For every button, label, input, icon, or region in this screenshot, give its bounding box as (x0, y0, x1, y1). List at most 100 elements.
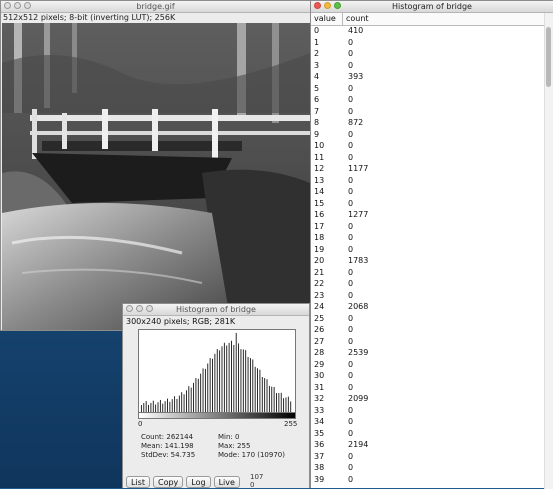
table-row[interactable]: 11 0 (311, 152, 545, 164)
histogram-bar (233, 345, 235, 413)
value-cell: 38 (314, 463, 325, 472)
table-row[interactable]: 16 1277 (311, 209, 545, 221)
log-button[interactable]: Log (186, 476, 211, 488)
histogram-window-titlebar[interactable]: Histogram of bridge (123, 304, 309, 316)
table-row[interactable]: 13 0 (311, 175, 545, 187)
copy-button[interactable]: Copy (152, 476, 184, 488)
table-row[interactable]: 23 0 (311, 290, 545, 302)
table-row[interactable]: 26 0 (311, 324, 545, 336)
zoom-icon[interactable] (146, 305, 153, 312)
value-cell: 27 (314, 336, 325, 346)
live-button[interactable]: Live (213, 476, 240, 488)
minimize-icon[interactable] (324, 2, 331, 9)
value-cell: 26 (314, 325, 325, 334)
value-cell: 5 (314, 83, 320, 93)
table-row[interactable]: 32 2099 (311, 393, 545, 405)
table-row[interactable]: 31 0 (311, 382, 545, 394)
table-row[interactable]: 90 (311, 129, 545, 141)
count-cell: 0 (348, 198, 354, 208)
histogram-bar (285, 397, 287, 413)
table-row[interactable]: 70 (311, 106, 545, 118)
histogram-window[interactable]: Histogram of bridge 300x240 pixels; RGB;… (122, 303, 310, 489)
count-cell: 0 (348, 106, 354, 116)
table-row[interactable]: 15 0 (311, 198, 545, 210)
table-row[interactable]: 20 (311, 48, 545, 60)
table-row[interactable]: 21 0 (311, 267, 545, 279)
value-cell: 10 (314, 141, 325, 150)
table-row[interactable]: 24 2068 (311, 301, 545, 313)
image-window[interactable]: bridge.gif 512x512 pixels; 8-bit (invert… (0, 0, 311, 331)
histogram-bar (167, 398, 168, 413)
histogram-bar (178, 395, 180, 413)
minimize-icon[interactable] (14, 2, 21, 9)
table-row[interactable]: 0 410 (311, 25, 545, 37)
histogram-bar (212, 358, 213, 413)
close-icon[interactable] (314, 2, 321, 9)
histogram-bar (252, 359, 254, 413)
count-cell: 0 (348, 474, 354, 484)
table-row[interactable]: 19 0 (311, 244, 545, 256)
table-row[interactable]: 60 (311, 94, 545, 106)
table-row[interactable]: 50 (311, 83, 545, 95)
table-row[interactable]: 18 0 (311, 232, 545, 244)
value-cell: 11 (314, 152, 325, 162)
table-row[interactable]: 25 0 (311, 313, 545, 325)
image-window-titlebar[interactable]: bridge.gif (1, 1, 310, 13)
histogram-bar (257, 368, 258, 413)
table-row[interactable]: 27 0 (311, 336, 545, 348)
count-cell: 0 (348, 279, 354, 288)
scrollbar-thumb[interactable] (546, 27, 551, 87)
table-row[interactable]: 34 0 (311, 416, 545, 428)
table-row[interactable]: 38 0 (311, 462, 545, 474)
histogram-list-window[interactable]: Histogram of bridge value count 0 410 1 0 2 0… (310, 0, 553, 489)
table-row[interactable]: 4 393 (311, 71, 545, 83)
value-cell: 21 (314, 267, 325, 277)
value-cell: 14 (314, 187, 325, 196)
table-row[interactable]: 37 0 (311, 451, 545, 463)
table-row[interactable]: 39 0 (311, 474, 545, 486)
count-cell: 0 (348, 405, 354, 415)
value-cell: 4 (314, 72, 320, 81)
count-cell: 2099 (348, 394, 369, 403)
zoom-icon[interactable] (334, 2, 341, 9)
count-cell: 0 (348, 95, 354, 104)
table-row[interactable]: 30 (311, 60, 545, 72)
histogram-bar (264, 378, 266, 413)
close-icon[interactable] (126, 305, 133, 312)
bridge-image[interactable] (2, 23, 310, 330)
table-row[interactable]: 36 2194 (311, 439, 545, 451)
table-row[interactable]: 8 872 (311, 117, 545, 129)
count-cell: 0 (348, 451, 354, 461)
count-cell: 0 (348, 359, 354, 369)
histogram-window-title: Histogram of bridge (176, 305, 256, 314)
table-row[interactable]: 17 0 (311, 221, 545, 233)
axis-max-label: 255 (284, 420, 298, 428)
table-row[interactable]: 10 0 (311, 140, 545, 152)
minimize-icon[interactable] (136, 305, 143, 312)
table-row[interactable]: 14 0 (311, 186, 545, 198)
table-row[interactable]: 28 2539 (311, 347, 545, 359)
histogram-bar (197, 378, 199, 413)
histogram-plot (138, 329, 296, 414)
list-window-titlebar[interactable]: Histogram of bridge (311, 1, 553, 13)
table-row[interactable]: 30 0 (311, 370, 545, 382)
zoom-icon[interactable] (24, 2, 31, 9)
histogram-bar (202, 368, 204, 413)
table-row[interactable]: 29 0 (311, 359, 545, 371)
value-cell: 8 (314, 118, 320, 127)
table-row[interactable]: 12 1177 (311, 163, 545, 175)
histogram-bar (268, 385, 270, 413)
count-column-header[interactable]: count (343, 13, 369, 25)
table-row[interactable]: 10 (311, 37, 545, 49)
table-row[interactable]: 35 0 (311, 428, 545, 440)
value-column-header[interactable]: value (311, 13, 343, 25)
close-icon[interactable] (4, 2, 11, 9)
table-row[interactable]: 33 0 (311, 405, 545, 417)
table-row[interactable]: 22 0 (311, 278, 545, 290)
list-button[interactable]: List (126, 476, 150, 488)
value-cell: 35 (314, 428, 325, 438)
table-row[interactable]: 20 1783 (311, 255, 545, 267)
histogram-bar (235, 332, 237, 413)
count-cell: 410 (348, 26, 364, 35)
vertical-scrollbar[interactable] (544, 13, 553, 489)
